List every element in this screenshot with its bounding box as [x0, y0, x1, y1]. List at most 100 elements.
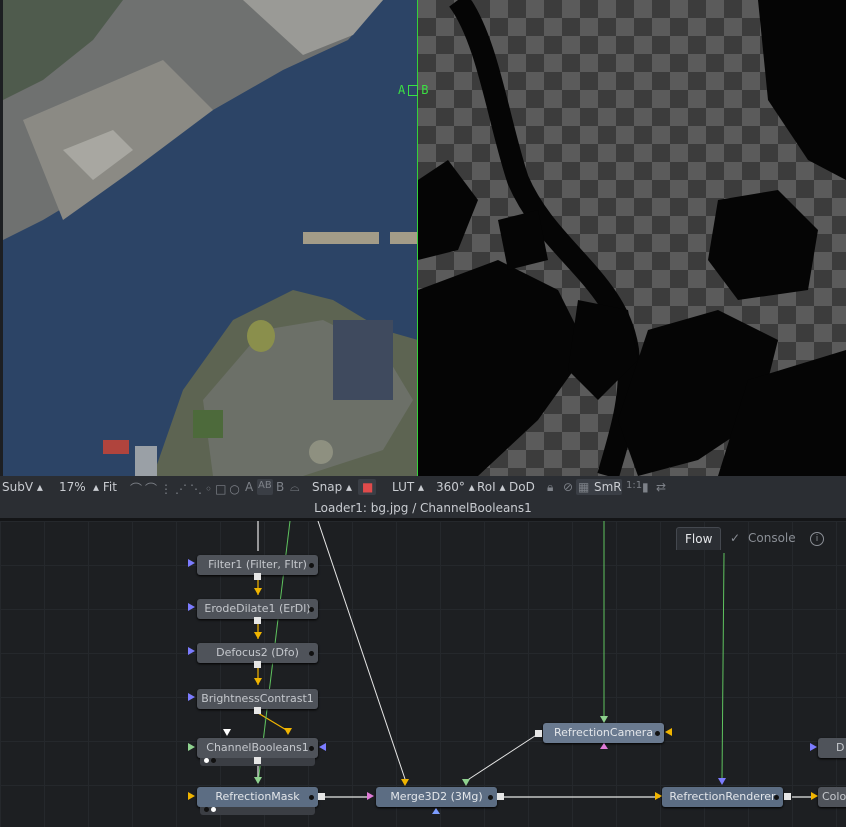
- buffer-a-button[interactable]: A: [245, 480, 253, 494]
- output-port[interactable]: [535, 730, 542, 737]
- output-port[interactable]: [254, 661, 261, 668]
- node-channelbooleans1[interactable]: ChannelBooleans1: [197, 738, 318, 758]
- input-triangle-icon[interactable]: [367, 792, 374, 800]
- fit-menu[interactable]: ▴ Fit: [93, 480, 117, 494]
- mask-input-triangle-icon[interactable]: [810, 743, 817, 751]
- node-refrectionrenderer-label: RefrectionRenderer: [669, 790, 776, 803]
- wire-camera-merge: [465, 733, 539, 782]
- polyline-tools-icons[interactable]: ⌒⌒⋮⋰⋱◦□○: [130, 480, 243, 497]
- node-filter1[interactable]: Filter1 (Filter, Fltr): [197, 555, 318, 575]
- node-erodedilate1[interactable]: ErodeDilate1 (ErDl): [197, 599, 318, 619]
- view-dot-icon: [204, 807, 209, 812]
- output-port[interactable]: [254, 757, 261, 764]
- output-port[interactable]: [497, 793, 504, 800]
- mask-input-triangle-icon[interactable]: [188, 603, 195, 611]
- dod-button[interactable]: DoD: [509, 480, 535, 494]
- input-triangle-icon[interactable]: [811, 792, 818, 800]
- wipe-handle-square-icon: [408, 85, 419, 96]
- swap-icon[interactable]: ⇄: [656, 480, 666, 494]
- view-dot-icon: [211, 758, 216, 763]
- mask-input-triangle-icon[interactable]: [188, 693, 195, 701]
- input-triangle-icon[interactable]: [254, 588, 262, 595]
- ab-split-wipe-line[interactable]: [417, 0, 418, 476]
- node-merge3d2-label: Merge3D2 (3Mg): [390, 790, 483, 803]
- node-brightnesscontrast1[interactable]: BrightnessContrast1: [197, 689, 318, 709]
- node-dot: [774, 795, 779, 800]
- node-dot: [488, 795, 493, 800]
- node-refrectionmask[interactable]: RefrectionMask: [197, 787, 318, 807]
- node-brightnesscontrast1-label: BrightnessContrast1: [201, 692, 314, 705]
- input-triangle-icon[interactable]: [665, 728, 672, 736]
- node-refrectioncamera[interactable]: RefrectionCamera: [543, 723, 664, 743]
- output-port[interactable]: [254, 617, 261, 624]
- foreground-input-triangle-icon[interactable]: [284, 728, 292, 735]
- tab-flow[interactable]: Flow: [676, 527, 722, 550]
- output-port[interactable]: [254, 573, 261, 580]
- viewer-breadcrumb: Loader1: bg.jpg / ChannelBooleans1: [0, 498, 846, 518]
- node-defocus2[interactable]: Defocus2 (Dfo): [197, 643, 318, 663]
- input-triangle-icon[interactable]: [254, 678, 262, 685]
- output-port[interactable]: [254, 707, 261, 714]
- view-dot-icon: [211, 807, 216, 812]
- lut-menu[interactable]: LUT ▴: [392, 480, 424, 494]
- image-viewer[interactable]: AB: [0, 0, 846, 476]
- input-triangle-icon[interactable]: [718, 778, 726, 785]
- mask-input-triangle-icon[interactable]: [188, 647, 195, 655]
- input-triangle-icon[interactable]: [600, 716, 608, 723]
- flow-editor[interactable]: Flow ✓ Console i Filter1 (Filter, Fltr) …: [0, 521, 846, 827]
- output-triangle-icon[interactable]: [600, 743, 608, 749]
- wipe-label-b: B: [421, 83, 429, 97]
- node-refrectionrenderer[interactable]: RefrectionRenderer: [662, 787, 783, 807]
- output-port[interactable]: [318, 793, 325, 800]
- node-view-indicator: [200, 807, 315, 815]
- mask-input-triangle-icon[interactable]: [319, 743, 326, 751]
- viewer-input-b-alpha-mask: [418, 0, 846, 476]
- mask-shapes: [418, 0, 846, 476]
- 360-view-menu[interactable]: 360° ▴: [436, 480, 475, 494]
- input-triangle-icon[interactable]: [401, 779, 409, 786]
- view-dot-icon: [204, 758, 209, 763]
- input-triangle-icon[interactable]: [462, 779, 470, 786]
- node-color-partial[interactable]: Colo: [818, 787, 846, 807]
- node-merge3d2[interactable]: Merge3D2 (3Mg): [376, 787, 497, 807]
- node-dot: [309, 746, 314, 751]
- tab-console[interactable]: Console: [748, 527, 796, 549]
- wire-white-merge: [317, 521, 406, 780]
- subview-menu[interactable]: SubV ▴: [2, 480, 43, 494]
- node-color-label: Colo: [822, 790, 846, 803]
- green-input-triangle-icon[interactable]: [188, 743, 195, 751]
- input-triangle-icon[interactable]: [254, 632, 262, 639]
- viewer-toolbar: SubV ▴ 17% ▴ Fit ⌒⌒⋮⋰⋱◦□○ A AB B ⌓ Snap …: [0, 476, 846, 498]
- output-port[interactable]: [784, 793, 791, 800]
- node-filter1-label: Filter1 (Filter, Fltr): [208, 558, 307, 571]
- roi-menu[interactable]: RoI ▴: [477, 480, 506, 494]
- node-d-label: D: [836, 741, 845, 754]
- input-triangle-icon[interactable]: [254, 777, 262, 784]
- color-channel-icon[interactable]: ■: [362, 480, 373, 494]
- split-icon[interactable]: ▮: [642, 480, 649, 494]
- node-dot: [309, 651, 314, 656]
- zoom-level[interactable]: 17%: [59, 480, 86, 494]
- background-input-triangle-icon[interactable]: [223, 729, 231, 736]
- node-d-partial[interactable]: D: [818, 738, 846, 758]
- stereo-icon[interactable]: ⌓: [290, 480, 300, 495]
- mask-input-triangle-icon[interactable]: [188, 559, 195, 567]
- checker-icon[interactable]: ▦: [578, 480, 589, 494]
- node-defocus2-label: Defocus2 (Dfo): [216, 646, 299, 659]
- lock-icon[interactable]: 🔒︎: [547, 480, 553, 495]
- no-show-icon[interactable]: ⊘: [563, 480, 573, 494]
- snap-menu[interactable]: Snap ▴: [312, 480, 352, 494]
- info-icon[interactable]: i: [810, 532, 824, 546]
- input-triangle-icon[interactable]: [655, 792, 662, 800]
- output-triangle-icon[interactable]: [432, 808, 440, 814]
- ab-wipe-handle[interactable]: AB: [398, 83, 428, 97]
- node-refrectionmask-label: RefrectionMask: [215, 790, 300, 803]
- smr-button[interactable]: SmR: [594, 480, 622, 494]
- console-check-icon: ✓: [730, 531, 741, 545]
- buffer-b-button[interactable]: B: [276, 480, 284, 494]
- input-triangle-icon[interactable]: [188, 792, 195, 800]
- one-to-one-button[interactable]: 1:1: [626, 480, 642, 491]
- node-channelbooleans1-label: ChannelBooleans1: [206, 741, 309, 754]
- wire-green-renderer: [721, 552, 725, 780]
- ab-compare-button[interactable]: AB: [258, 480, 272, 491]
